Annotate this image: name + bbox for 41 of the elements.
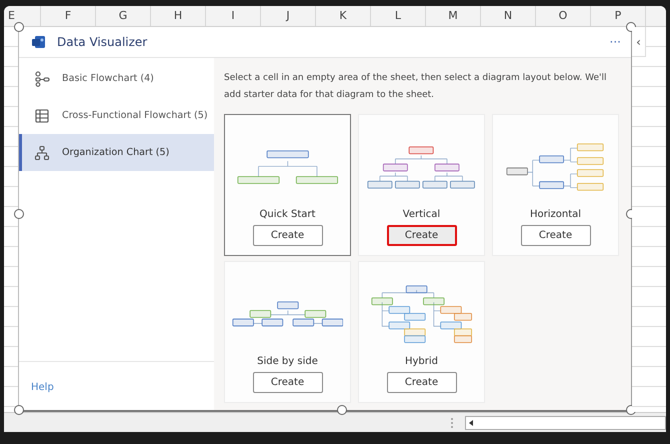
column-header[interactable]: H xyxy=(151,6,206,26)
create-button[interactable]: Create xyxy=(252,225,322,246)
app-logo-icon xyxy=(31,34,47,50)
sidebar-item[interactable]: Basic Flowchart (4) xyxy=(19,60,214,97)
layout-card[interactable]: Horizontal Create xyxy=(492,114,619,256)
column-header[interactable]: F xyxy=(41,6,96,26)
card-title: Vertical xyxy=(402,209,440,220)
resize-handle[interactable] xyxy=(14,209,24,219)
column-header[interactable]: M xyxy=(426,6,481,26)
create-button[interactable]: Create xyxy=(386,372,456,393)
card-title: Hybrid xyxy=(404,356,438,367)
column-header[interactable]: N xyxy=(481,6,536,26)
instructions-text: Select a cell in an empty area of the sheet, then select a diagram layout below. We'll add starter data for that diagram to the sheet. xyxy=(224,72,608,102)
horizontal-scrollbar[interactable] xyxy=(465,416,666,430)
table-icon xyxy=(34,108,50,124)
pane-title: Data Visualizer xyxy=(57,35,148,49)
create-button[interactable]: Create xyxy=(252,372,322,393)
collapse-button[interactable]: ‹ xyxy=(632,27,646,57)
help-link[interactable]: Help xyxy=(31,382,54,393)
create-button[interactable]: Create xyxy=(520,225,590,246)
more-options-button[interactable]: ··· xyxy=(610,35,621,49)
column-header[interactable]: O xyxy=(536,6,591,26)
column-header[interactable]: L xyxy=(371,6,426,26)
create-button[interactable]: Create xyxy=(386,225,456,246)
column-header[interactable]: I xyxy=(206,6,261,26)
drag-handle-icon[interactable] xyxy=(451,418,453,428)
layout-card[interactable]: Vertical Create xyxy=(358,114,485,256)
sidebar-item[interactable]: Cross-Functional Flowchart (5) xyxy=(19,97,214,134)
card-title: Horizontal xyxy=(530,209,582,220)
scroll-left-icon[interactable] xyxy=(468,420,474,426)
card-title: Side by side xyxy=(257,356,318,367)
layout-card[interactable]: Quick Start Create xyxy=(224,114,351,256)
card-title: Quick Start xyxy=(260,209,316,220)
layout-card[interactable]: Side by side Create xyxy=(224,261,351,403)
layout-card[interactable]: Hybrid Create xyxy=(358,261,485,403)
org-chart-icon xyxy=(34,144,50,160)
sidebar-item[interactable]: Organization Chart (5) xyxy=(19,134,214,171)
column-header[interactable]: J xyxy=(261,6,316,26)
flowchart-icon xyxy=(34,70,50,86)
column-header[interactable]: K xyxy=(316,6,371,26)
column-header[interactable]: G xyxy=(96,6,151,26)
